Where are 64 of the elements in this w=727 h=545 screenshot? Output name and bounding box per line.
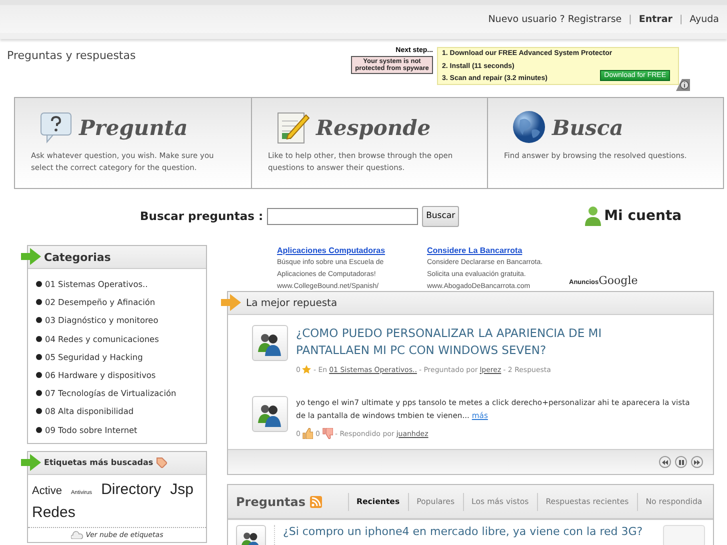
category-link[interactable]: 03 Diagnóstico y monitoreo	[45, 315, 158, 326]
info-icon[interactable]	[676, 79, 690, 91]
category-link[interactable]: 07 Tecnologías de Virtualización	[45, 388, 176, 398]
bullet-icon	[36, 299, 42, 306]
arrow-icon	[221, 294, 241, 311]
rewind-icon	[662, 460, 668, 464]
search-button[interactable]: Buscar	[422, 206, 460, 226]
feature-title: Pregunta	[79, 114, 188, 140]
ads-provider: Google	[598, 274, 638, 287]
thumbs-down-icon[interactable]	[322, 428, 333, 439]
next-button[interactable]	[691, 456, 703, 468]
arrow-icon	[21, 454, 41, 471]
users-avatar-icon	[252, 396, 288, 432]
top-link[interactable]: Entrar	[638, 14, 672, 24]
search-field[interactable]	[267, 208, 418, 224]
bullet-icon	[36, 317, 42, 324]
feature-title: Responde	[316, 114, 431, 140]
page-title: Preguntas y respuestas	[7, 48, 136, 64]
panel-title: Etiquetas más buscadas	[44, 458, 154, 468]
bullet-icon	[36, 372, 42, 378]
feature-title: Busca	[552, 114, 624, 140]
tag-link[interactable]: Jsp	[170, 480, 194, 499]
pause-icon	[678, 460, 684, 464]
fast-forward-icon	[694, 460, 700, 464]
pause-button[interactable]	[675, 456, 687, 468]
tag-link[interactable]: Redes	[32, 502, 76, 522]
star-icon	[302, 365, 312, 374]
users-avatar-icon	[252, 325, 288, 361]
globe-icon	[512, 110, 546, 144]
separator: |	[628, 14, 632, 24]
user-icon	[585, 206, 602, 226]
account-link[interactable]: Mi cuenta	[604, 208, 682, 224]
top-link[interactable]: Nuevo usuario ? Registrarse	[488, 14, 622, 24]
bullet-icon	[36, 336, 42, 342]
ad-link[interactable]: Considere La Bancarrota	[427, 245, 555, 257]
category-link[interactable]: 05 Seguridad y Hacking	[45, 352, 143, 362]
category-link[interactable]: 02 Desempeño y Afinación	[45, 297, 156, 308]
bullet-icon	[36, 426, 42, 433]
previous-button[interactable]	[659, 456, 671, 468]
tag-link[interactable]: Directory	[101, 480, 162, 499]
bullet-icon	[36, 408, 42, 414]
bullet-icon	[36, 390, 42, 396]
category-link[interactable]: 06 Hardware y dispositivos	[45, 370, 156, 380]
tag-link[interactable]: Active	[32, 482, 62, 501]
panel-title: Categorias	[44, 250, 111, 264]
category-link[interactable]: 04 Redes y comunicaciones	[45, 334, 159, 344]
thumbs-up-icon[interactable]	[302, 428, 314, 439]
separator: |	[679, 14, 683, 24]
top-link[interactable]: Ayuda	[690, 14, 719, 24]
arrow-icon	[21, 248, 41, 265]
bullet-icon	[36, 281, 42, 288]
question-link[interactable]: ¿COMO PUEDO PERSONALIZAR LA APARIENCIA DE MI PANTALLAEN MI PC CON WINDOWS SEVEN?	[296, 325, 616, 359]
category-link[interactable]: 01 Sistemas Operativos..	[45, 279, 148, 290]
tag-icon	[156, 457, 168, 468]
bullet-icon	[36, 354, 42, 360]
category-link[interactable]: 09 Todo sobre Internet	[45, 424, 138, 435]
cloud-icon	[70, 530, 83, 539]
search-label: Buscar preguntas :	[140, 209, 264, 223]
category-link[interactable]: 08 Alta disponibilidad	[45, 406, 134, 416]
question-link[interactable]: ¿Si compro un iphone4 en mercado libre, ya viene con la red 3G?	[274, 525, 643, 545]
question-bubble-icon	[39, 110, 73, 144]
panel-title: La mejor repuesta	[246, 298, 338, 308]
ad-link[interactable]: Aplicaciones Computadoras	[277, 245, 405, 257]
panel-title: Preguntas	[236, 494, 306, 508]
